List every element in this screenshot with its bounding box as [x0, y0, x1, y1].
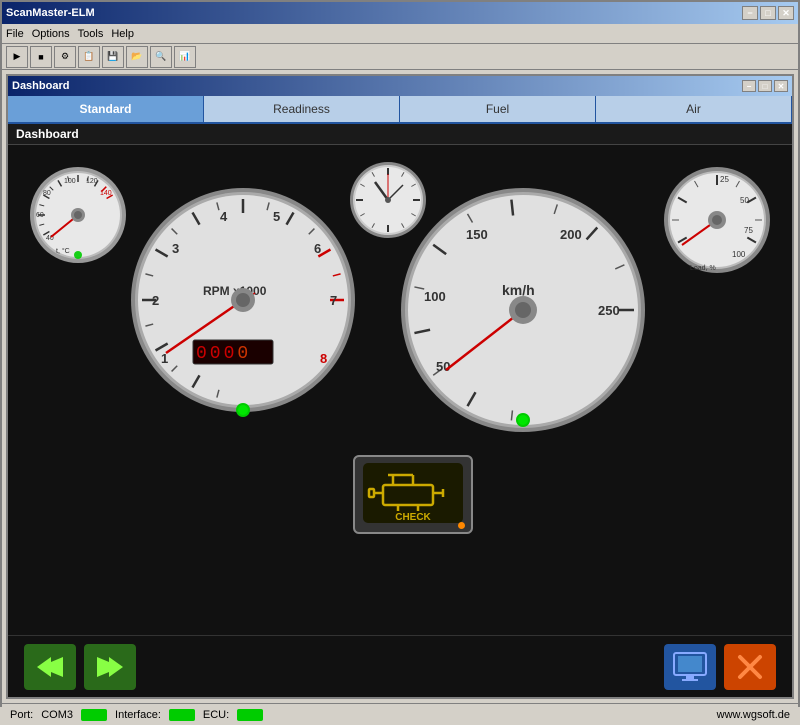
check-engine-box: CHECK	[353, 455, 473, 534]
ecu-label: ECU:	[203, 709, 229, 721]
svg-text:7: 7	[330, 293, 337, 308]
svg-text:km/h: km/h	[502, 282, 535, 298]
monitor-button[interactable]	[664, 644, 716, 690]
svg-text:0000: 0000	[196, 344, 251, 364]
toolbar-btn-7[interactable]: 🔍	[150, 46, 172, 68]
toolbar-btn-1[interactable]: ▶	[6, 46, 28, 68]
inner-maximize-button[interactable]: □	[758, 80, 772, 92]
port-value: COM3	[41, 709, 73, 721]
svg-text:200: 200	[560, 227, 582, 242]
svg-text:100: 100	[732, 250, 746, 259]
outer-maximize-button[interactable]: □	[760, 6, 776, 20]
nav-buttons-left	[24, 644, 136, 690]
speed-gauge-container: 50 100 150 200 250 km/h	[398, 185, 648, 438]
dashboard-content: 40 60 80 100 120 140 t, °C	[8, 145, 792, 635]
tab-air[interactable]: Air	[596, 96, 792, 122]
outer-title: ScanMaster-ELM	[6, 7, 95, 19]
outer-close-button[interactable]: ✕	[778, 6, 794, 20]
temp-gauge: 40 60 80 100 120 140 t, °C	[28, 165, 128, 265]
forward-button[interactable]	[84, 644, 136, 690]
rpm-gauge: 1 2 3 4 5 6 7 8 RPM x1000 0000	[128, 185, 358, 435]
svg-text:50: 50	[740, 196, 749, 205]
temp-gauge-container: 40 60 80 100 120 140 t, °C	[28, 165, 128, 268]
inner-window: Dashboard − □ ✕ Standard Readiness Fuel …	[6, 74, 794, 699]
toolbar-btn-3[interactable]: ⚙	[54, 46, 76, 68]
tab-readiness[interactable]: Readiness	[204, 96, 400, 122]
ecu-indicator	[237, 709, 263, 721]
inner-titlebar-buttons: − □ ✕	[742, 80, 788, 92]
toolbar-btn-8[interactable]: 📊	[174, 46, 196, 68]
svg-text:3: 3	[172, 241, 179, 256]
outer-titlebar: ScanMaster-ELM − □ ✕	[2, 2, 798, 24]
load-gauge: 25 50 75 100 Load, %	[662, 165, 772, 275]
svg-text:150: 150	[466, 227, 488, 242]
inner-close-button[interactable]: ✕	[774, 80, 788, 92]
outer-minimize-button[interactable]: −	[742, 6, 758, 20]
svg-text:Load, %: Load, %	[690, 265, 716, 272]
inner-area: Dashboard − □ ✕ Standard Readiness Fuel …	[2, 70, 798, 703]
svg-text:25: 25	[720, 175, 729, 184]
toolbar-btn-2[interactable]: ■	[30, 46, 52, 68]
load-gauge-container: 25 50 75 100 Load, %	[662, 165, 772, 278]
interface-indicator	[169, 709, 195, 721]
menu-tools[interactable]: Tools	[78, 28, 104, 40]
svg-text:CHECK: CHECK	[395, 512, 431, 523]
svg-text:120: 120	[86, 178, 98, 185]
svg-text:75: 75	[744, 226, 753, 235]
svg-text:100: 100	[64, 178, 76, 185]
svg-text:60: 60	[36, 212, 44, 219]
tab-standard[interactable]: Standard	[8, 96, 204, 122]
monitor-icon	[672, 651, 708, 683]
svg-text:6: 6	[314, 241, 321, 256]
close-x-icon	[734, 651, 766, 683]
inner-title: Dashboard	[12, 80, 69, 92]
port-label: Port:	[10, 709, 33, 721]
tab-bar: Standard Readiness Fuel Air	[8, 96, 792, 124]
toolbar: ▶ ■ ⚙ 📋 💾 📂 🔍 📊	[2, 44, 798, 70]
statusbar: Port: COM3 Interface: ECU: www.wgsoft.de	[2, 703, 798, 725]
toolbar-btn-4[interactable]: 📋	[78, 46, 100, 68]
svg-text:4: 4	[220, 209, 228, 224]
utility-buttons	[664, 644, 776, 690]
close-button[interactable]	[724, 644, 776, 690]
outer-window: ScanMaster-ELM − □ ✕ File Options Tools …	[0, 0, 800, 707]
bottom-nav-bar	[8, 635, 792, 697]
svg-text:t, °C: t, °C	[56, 247, 70, 255]
tab-fuel[interactable]: Fuel	[400, 96, 596, 122]
svg-text:5: 5	[273, 209, 280, 224]
svg-text:140: 140	[100, 190, 112, 197]
svg-text:50: 50	[436, 359, 450, 374]
toolbar-btn-6[interactable]: 📂	[126, 46, 148, 68]
inner-titlebar: Dashboard − □ ✕	[8, 76, 792, 96]
check-engine-icon: CHECK	[363, 463, 463, 523]
website-label: www.wgsoft.de	[717, 709, 790, 721]
outer-titlebar-buttons: − □ ✕	[742, 6, 794, 20]
rpm-gauge-container: 1 2 3 4 5 6 7 8 RPM x1000 0000	[128, 185, 358, 438]
svg-text:100: 100	[424, 289, 446, 304]
toolbar-btn-5[interactable]: 💾	[102, 46, 124, 68]
menu-file[interactable]: File	[6, 28, 24, 40]
check-engine-container: CHECK	[353, 455, 473, 534]
menu-help[interactable]: Help	[111, 28, 134, 40]
menubar: File Options Tools Help	[2, 24, 798, 44]
port-indicator	[81, 709, 107, 721]
svg-text:8: 8	[320, 351, 327, 366]
svg-text:80: 80	[43, 190, 51, 197]
svg-text:2: 2	[152, 293, 159, 308]
inner-minimize-button[interactable]: −	[742, 80, 756, 92]
dashboard-section-label: Dashboard	[8, 124, 792, 145]
interface-label: Interface:	[115, 709, 161, 721]
speed-gauge: 50 100 150 200 250 km/h	[398, 185, 648, 435]
back-button[interactable]	[24, 644, 76, 690]
menu-options[interactable]: Options	[32, 28, 70, 40]
back-arrow-icon	[35, 653, 65, 681]
svg-text:250: 250	[598, 303, 620, 318]
status-left: Port: COM3 Interface: ECU:	[10, 709, 263, 721]
forward-arrow-icon	[95, 653, 125, 681]
